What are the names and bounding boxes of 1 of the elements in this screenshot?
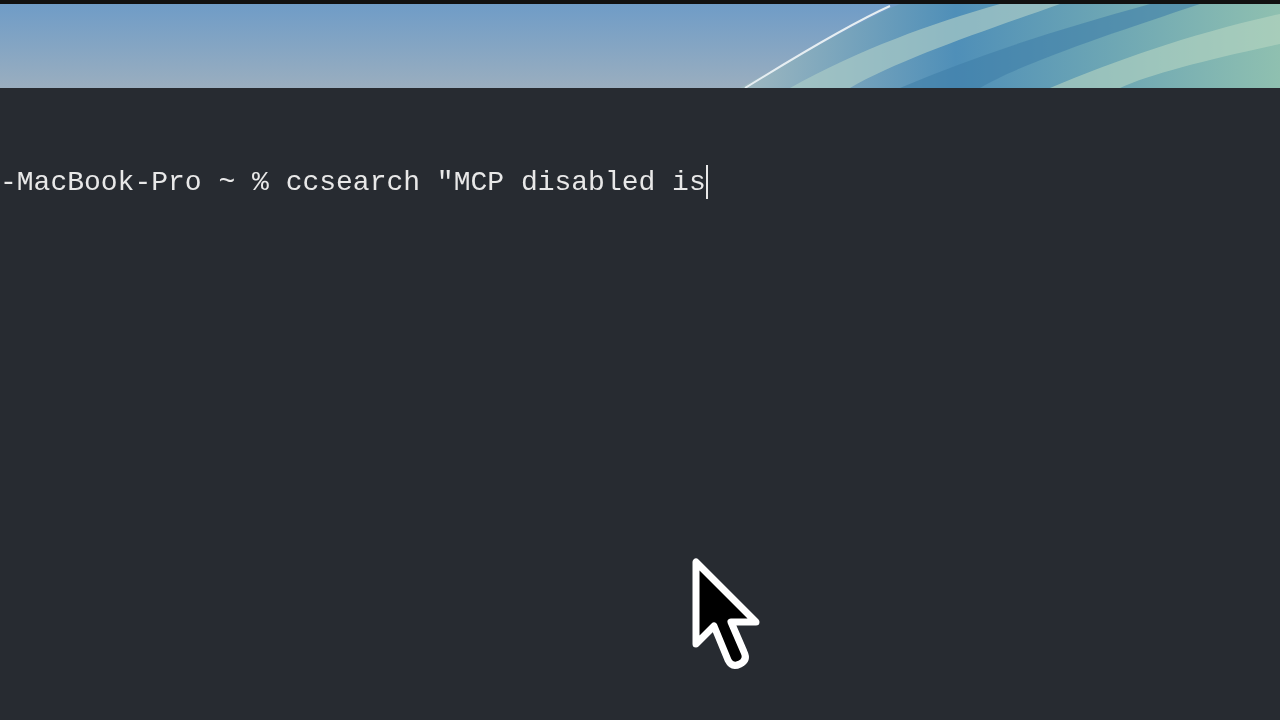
command-line: -MacBook-Pro ~ % ccsearch "MCP disabled is [0, 166, 706, 198]
